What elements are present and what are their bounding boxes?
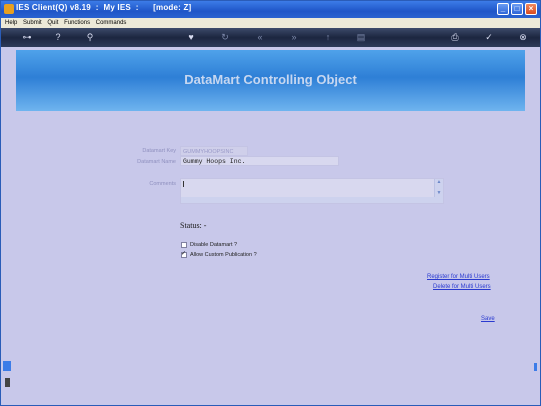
menu-help[interactable]: Help <box>5 20 17 26</box>
disable-datamart-checkbox[interactable] <box>181 242 187 248</box>
page-banner: DataMart Controlling Object <box>16 50 525 111</box>
printer-icon[interactable]: ⎙ <box>448 31 462 43</box>
close-button[interactable]: × <box>525 3 537 15</box>
forward-icon[interactable]: » <box>287 31 301 43</box>
refresh-icon[interactable]: ↻ <box>218 31 232 43</box>
side-tool-icon[interactable] <box>5 378 10 387</box>
menu-submit[interactable]: Submit <box>23 20 42 26</box>
menu-functions[interactable]: Functions <box>64 20 90 26</box>
window-title: IES Client(Q) v8.19 : My IES : [mode: Z] <box>16 3 192 12</box>
toolbar-close-icon[interactable]: ⊗ <box>516 31 530 43</box>
right-edge-marker <box>534 363 537 371</box>
save-link[interactable]: Save <box>481 316 495 322</box>
toolbar: ⊶ ? ⚲ ♥ ↻ « » ↑ ▤ ⎙ ✓ ⊗ <box>1 28 540 47</box>
key-icon[interactable]: ⊶ <box>17 31 37 43</box>
text-caret <box>183 181 184 187</box>
datamart-key-label: Datamart Key <box>142 148 176 154</box>
page-title: DataMart Controlling Object <box>184 72 357 87</box>
back-icon[interactable]: « <box>253 31 267 43</box>
menu-bar: Help Submit Quit Functions Commands <box>1 18 540 28</box>
help-icon[interactable]: ? <box>51 31 65 43</box>
datamart-key-field: GUMMYHOOPSINC <box>180 146 248 156</box>
heart-icon[interactable]: ♥ <box>184 31 198 43</box>
disable-datamart-label: Disable Datamart ? <box>190 242 238 248</box>
vertical-scrollbar[interactable]: ▲ ▼ <box>434 179 443 203</box>
application-window: IES Client(Q) v8.19 : My IES : [mode: Z]… <box>0 0 541 406</box>
folder-icon[interactable]: ▤ <box>354 31 368 43</box>
register-multi-users-link[interactable]: Register for Multi Users <box>427 274 490 280</box>
status-label: Status: - <box>180 221 207 230</box>
allow-custom-publication-checkbox[interactable] <box>181 250 187 258</box>
side-tab[interactable] <box>3 361 11 371</box>
maximize-button[interactable]: □ <box>511 3 523 15</box>
menu-commands[interactable]: Commands <box>96 20 127 26</box>
scroll-down-icon[interactable]: ▼ <box>435 190 443 197</box>
title-bar: IES Client(Q) v8.19 : My IES : [mode: Z]… <box>1 1 540 18</box>
minimize-button[interactable]: _ <box>497 3 509 15</box>
check-icon[interactable]: ✓ <box>482 31 496 43</box>
allow-custom-publication-label: Allow Custom Publication ? <box>190 252 257 258</box>
comments-textarea[interactable]: ▲ ▼ <box>180 178 444 204</box>
menu-quit[interactable]: Quit <box>47 20 58 26</box>
datamart-name-input[interactable]: Gummy Hoops Inc. <box>180 156 339 166</box>
up-icon[interactable]: ↑ <box>321 31 335 43</box>
delete-multi-users-link[interactable]: Delete for Multi Users <box>433 284 491 290</box>
search-icon[interactable]: ⚲ <box>83 31 97 43</box>
horizontal-scrollbar[interactable] <box>181 197 435 203</box>
comments-label: Comments <box>149 181 176 187</box>
datamart-name-label: Datamart Name <box>137 159 176 165</box>
scroll-up-icon[interactable]: ▲ <box>435 179 443 186</box>
app-icon <box>4 4 14 14</box>
